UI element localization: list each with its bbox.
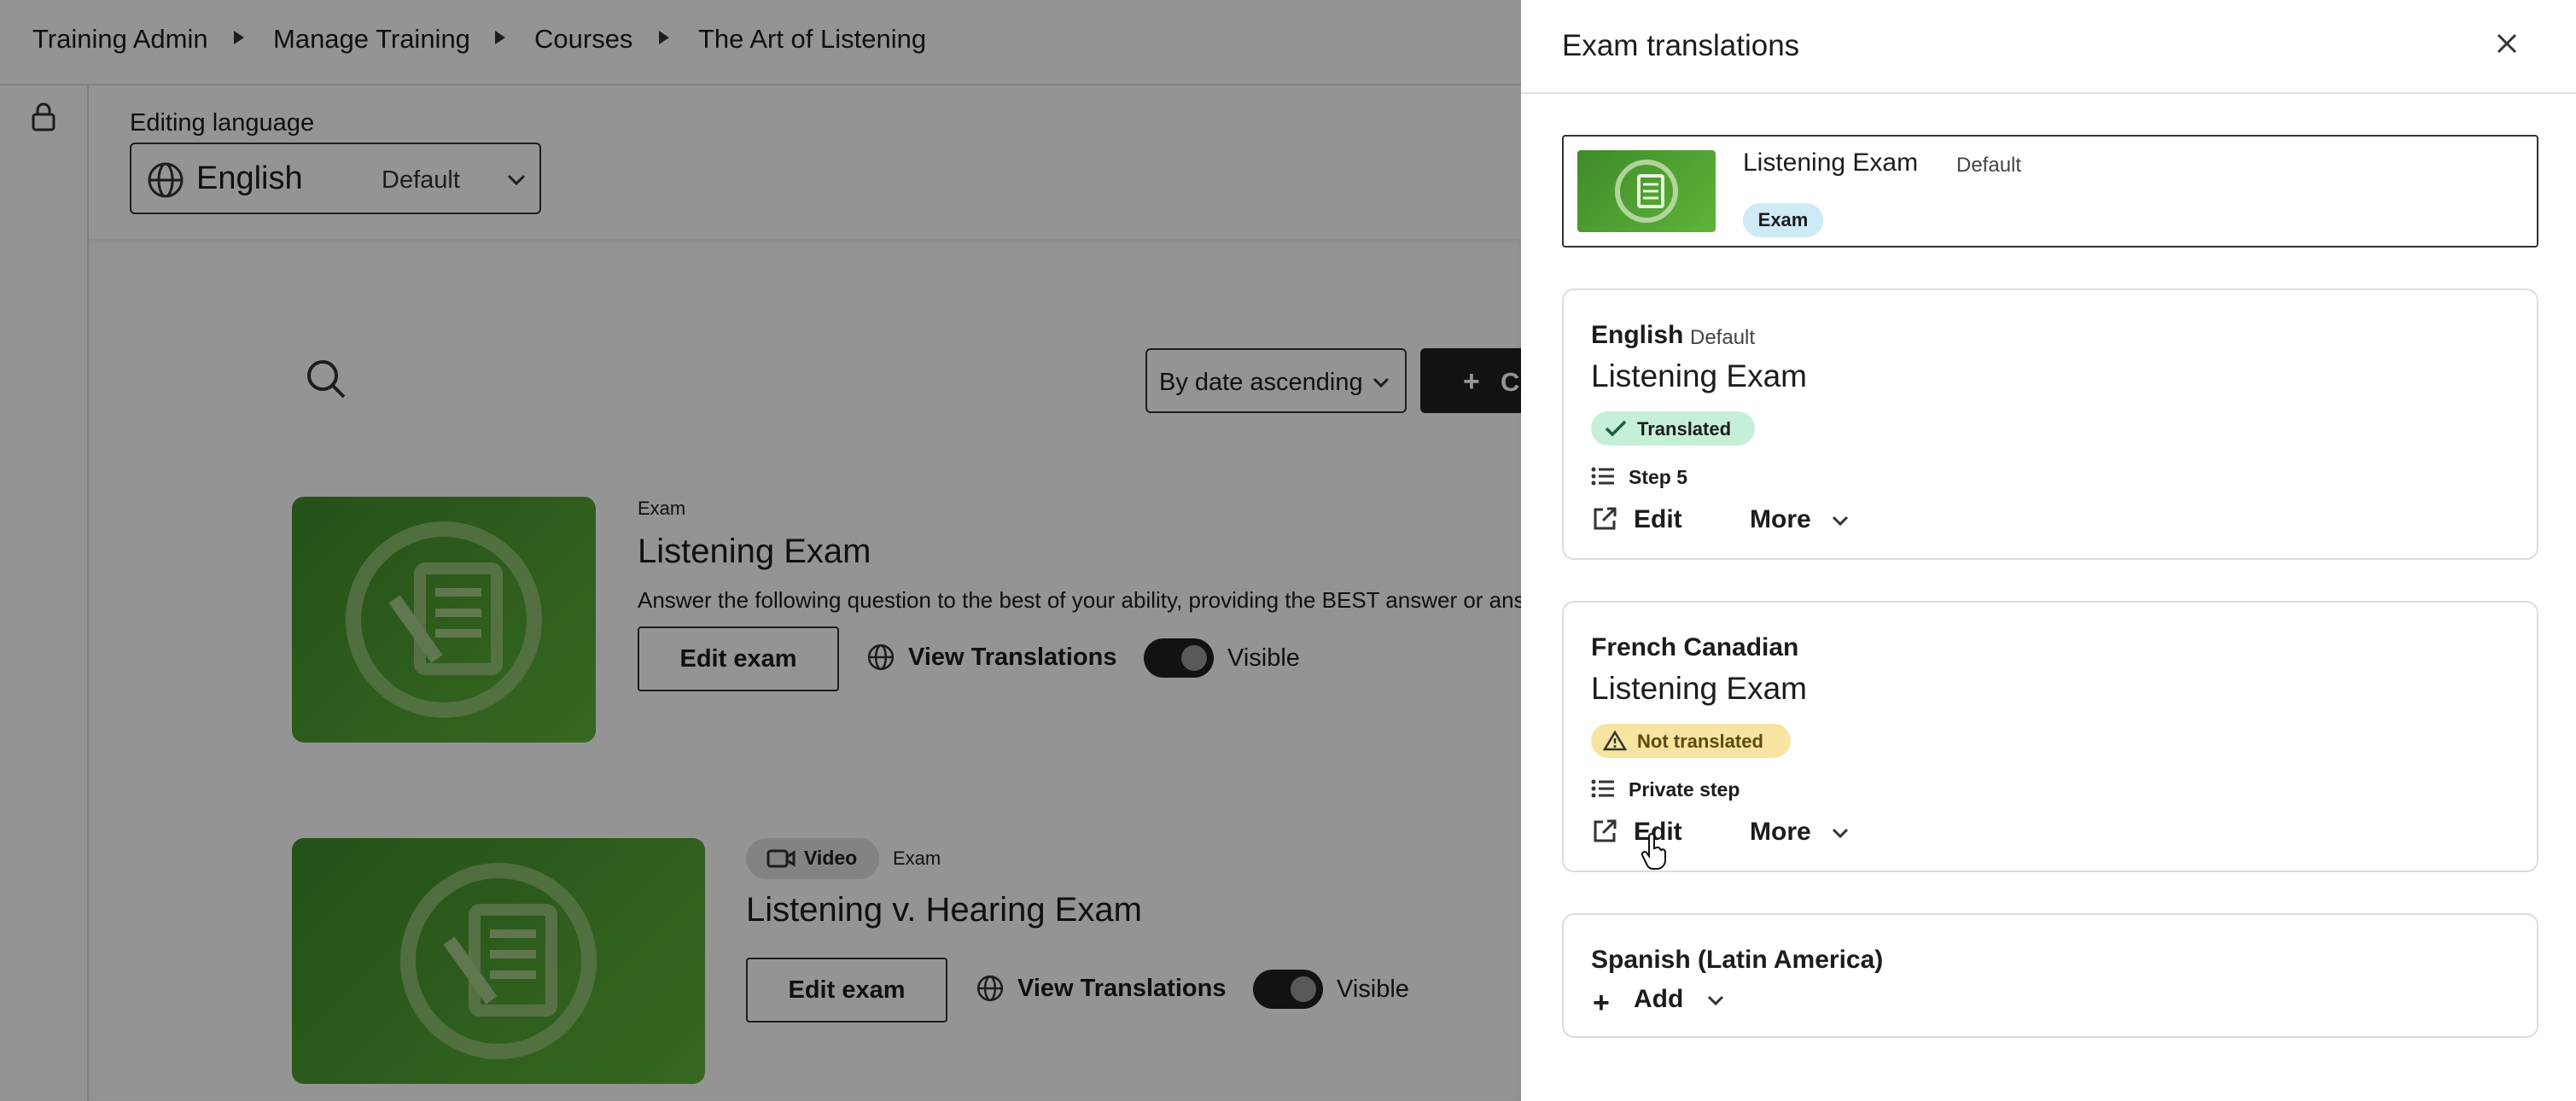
step-label: Step 5 (1629, 466, 1688, 488)
close-icon[interactable] (2494, 31, 2520, 61)
exam-badge: Exam (1743, 203, 1823, 237)
list-icon (1591, 778, 1615, 803)
exam-summary-card: Listening Exam Default Exam (1562, 135, 2538, 248)
warning-icon (1602, 730, 1628, 756)
translated-exam-title: Listening Exam (1591, 671, 1807, 706)
translated-exam-title: Listening Exam (1591, 358, 1807, 393)
panel-title: Exam translations (1562, 29, 1800, 62)
external-link-icon (1591, 818, 1618, 849)
exam-translations-panel: Exam translations Listening Exam Default… (1521, 0, 2576, 1101)
external-link-icon (1591, 505, 1618, 537)
document-icon (1615, 160, 1678, 223)
exam-summary-thumbnail (1577, 150, 1716, 232)
list-icon (1591, 466, 1615, 491)
translated-badge: Translated (1591, 411, 1755, 446)
translation-card-french-canadian: French Canadian Listening Exam Not trans… (1562, 601, 2538, 872)
default-tag: Default (1690, 326, 1756, 349)
edit-translation-button[interactable]: Edit (1634, 505, 1682, 534)
more-menu-button[interactable]: More (1750, 505, 1811, 534)
exam-summary-title: Listening Exam (1743, 149, 1919, 177)
not-translated-badge-label: Not translated (1637, 731, 1763, 752)
more-menu-button[interactable]: More (1750, 818, 1811, 847)
language-name: Spanish (Latin America) (1591, 946, 1884, 974)
modal-overlay[interactable] (0, 0, 1521, 1101)
chevron-down-icon[interactable] (1830, 823, 1850, 848)
translation-card-spanish-latin-america: Spanish (Latin America) + Add (1562, 913, 2538, 1038)
main-page: Training Admin Manage Training Courses T… (0, 0, 1521, 1101)
panel-divider (1521, 92, 2576, 94)
chevron-down-icon[interactable] (1705, 990, 1726, 1015)
pointer-cursor-icon (1641, 833, 1670, 875)
check-icon (1605, 420, 1627, 442)
plus-icon: + (1593, 987, 1610, 1019)
not-translated-badge: Not translated (1591, 724, 1791, 758)
step-label: Private step (1629, 778, 1740, 801)
translation-card-english: English Default Listening Exam Translate… (1562, 288, 2538, 560)
exam-summary-default-tag: Default (1956, 154, 2022, 177)
translated-badge-label: Translated (1637, 418, 1732, 440)
language-name: French Canadian (1591, 633, 1799, 661)
chevron-down-icon[interactable] (1830, 510, 1850, 535)
add-translation-button[interactable]: Add (1634, 985, 1683, 1014)
language-name: English (1591, 321, 1684, 349)
